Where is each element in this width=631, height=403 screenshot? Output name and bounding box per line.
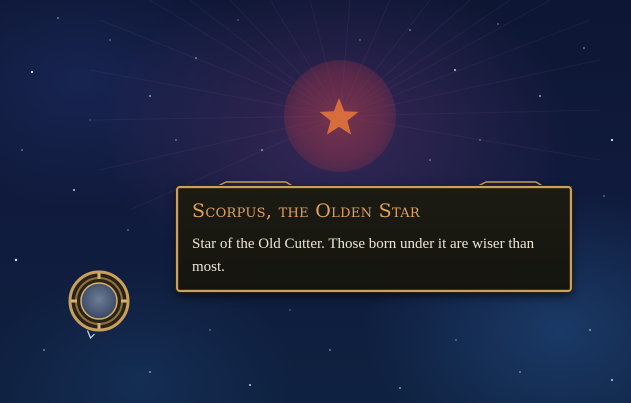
tooltip-title: Scorpus, the Olden Star	[192, 200, 420, 222]
constellation-tooltip: Scorpus, the Olden Star Star of the Old …	[176, 186, 572, 292]
tooltip-description: Star of the Old Cutter. Those born under…	[192, 236, 535, 275]
compass-medallion-icon[interactable]	[68, 270, 130, 332]
starmap-scene: Scorpus, the Olden Star Star of the Old …	[0, 0, 631, 403]
cursor-marker	[87, 330, 95, 339]
star-icon[interactable]	[317, 95, 361, 139]
